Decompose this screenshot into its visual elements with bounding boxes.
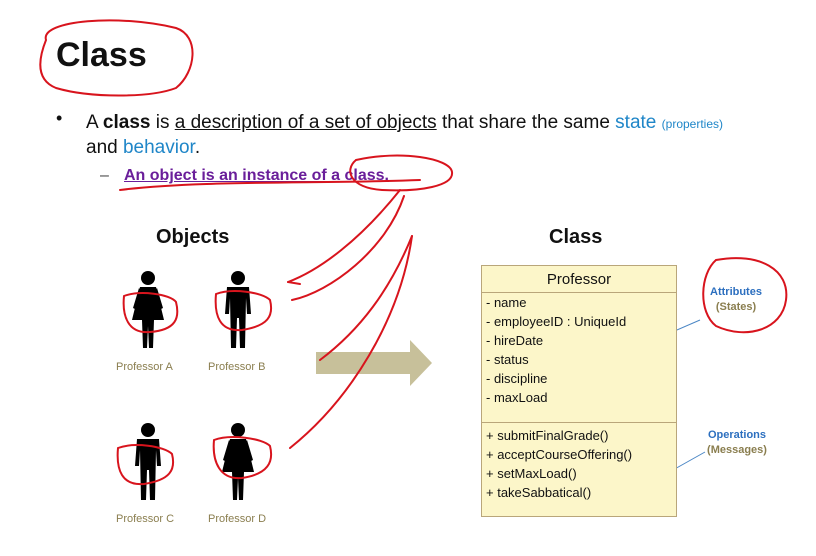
- attribute-row: - hireDate: [486, 333, 544, 348]
- ink-circle-title: [39, 19, 194, 97]
- uml-class-box: Professor - name - employeeID : UniqueId…: [481, 265, 677, 517]
- professor-a-icon: [132, 271, 164, 348]
- operation-row: + acceptCourseOffering(): [486, 447, 633, 462]
- professor-b-label: Professor B: [208, 361, 266, 373]
- operation-row: + takeSabbatical(): [486, 485, 592, 500]
- attributes-label: Attributes: [710, 286, 762, 298]
- uml-class-name: Professor: [482, 266, 676, 293]
- attribute-row: - discipline: [486, 371, 548, 386]
- professor-b-icon: [225, 271, 251, 348]
- professor-c-label: Professor C: [116, 513, 175, 525]
- professor-c-icon: [135, 423, 161, 500]
- operations-annotation: Operations (Messages): [704, 429, 770, 456]
- attribute-row: - employeeID : UniqueId: [486, 314, 627, 329]
- attributes-annotation: Attributes (States): [706, 286, 766, 313]
- attribute-row: - maxLoad: [486, 390, 548, 405]
- professor-a-label: Professor A: [116, 361, 173, 373]
- person-figures: [39, 19, 788, 500]
- operations-sub: (Messages): [707, 444, 767, 456]
- professor-d-icon: [222, 423, 254, 500]
- operation-row: + submitFinalGrade(): [486, 428, 609, 443]
- ink-circle-class: [349, 154, 453, 192]
- attribute-row: - status: [486, 352, 529, 367]
- uml-operations: + submitFinalGrade() + acceptCourseOffer…: [486, 426, 676, 502]
- attributes-sub: (States): [715, 301, 757, 313]
- attribute-row: - name: [486, 295, 527, 310]
- operation-row: + setMaxLoad(): [486, 466, 577, 481]
- professor-d-label: Professor D: [208, 513, 267, 525]
- ink-arrowhead-b: [287, 281, 301, 285]
- operations-label: Operations: [707, 429, 767, 441]
- uml-attributes: - name - employeeID : UniqueId - hireDat…: [486, 293, 676, 407]
- uml-divider: [482, 422, 676, 423]
